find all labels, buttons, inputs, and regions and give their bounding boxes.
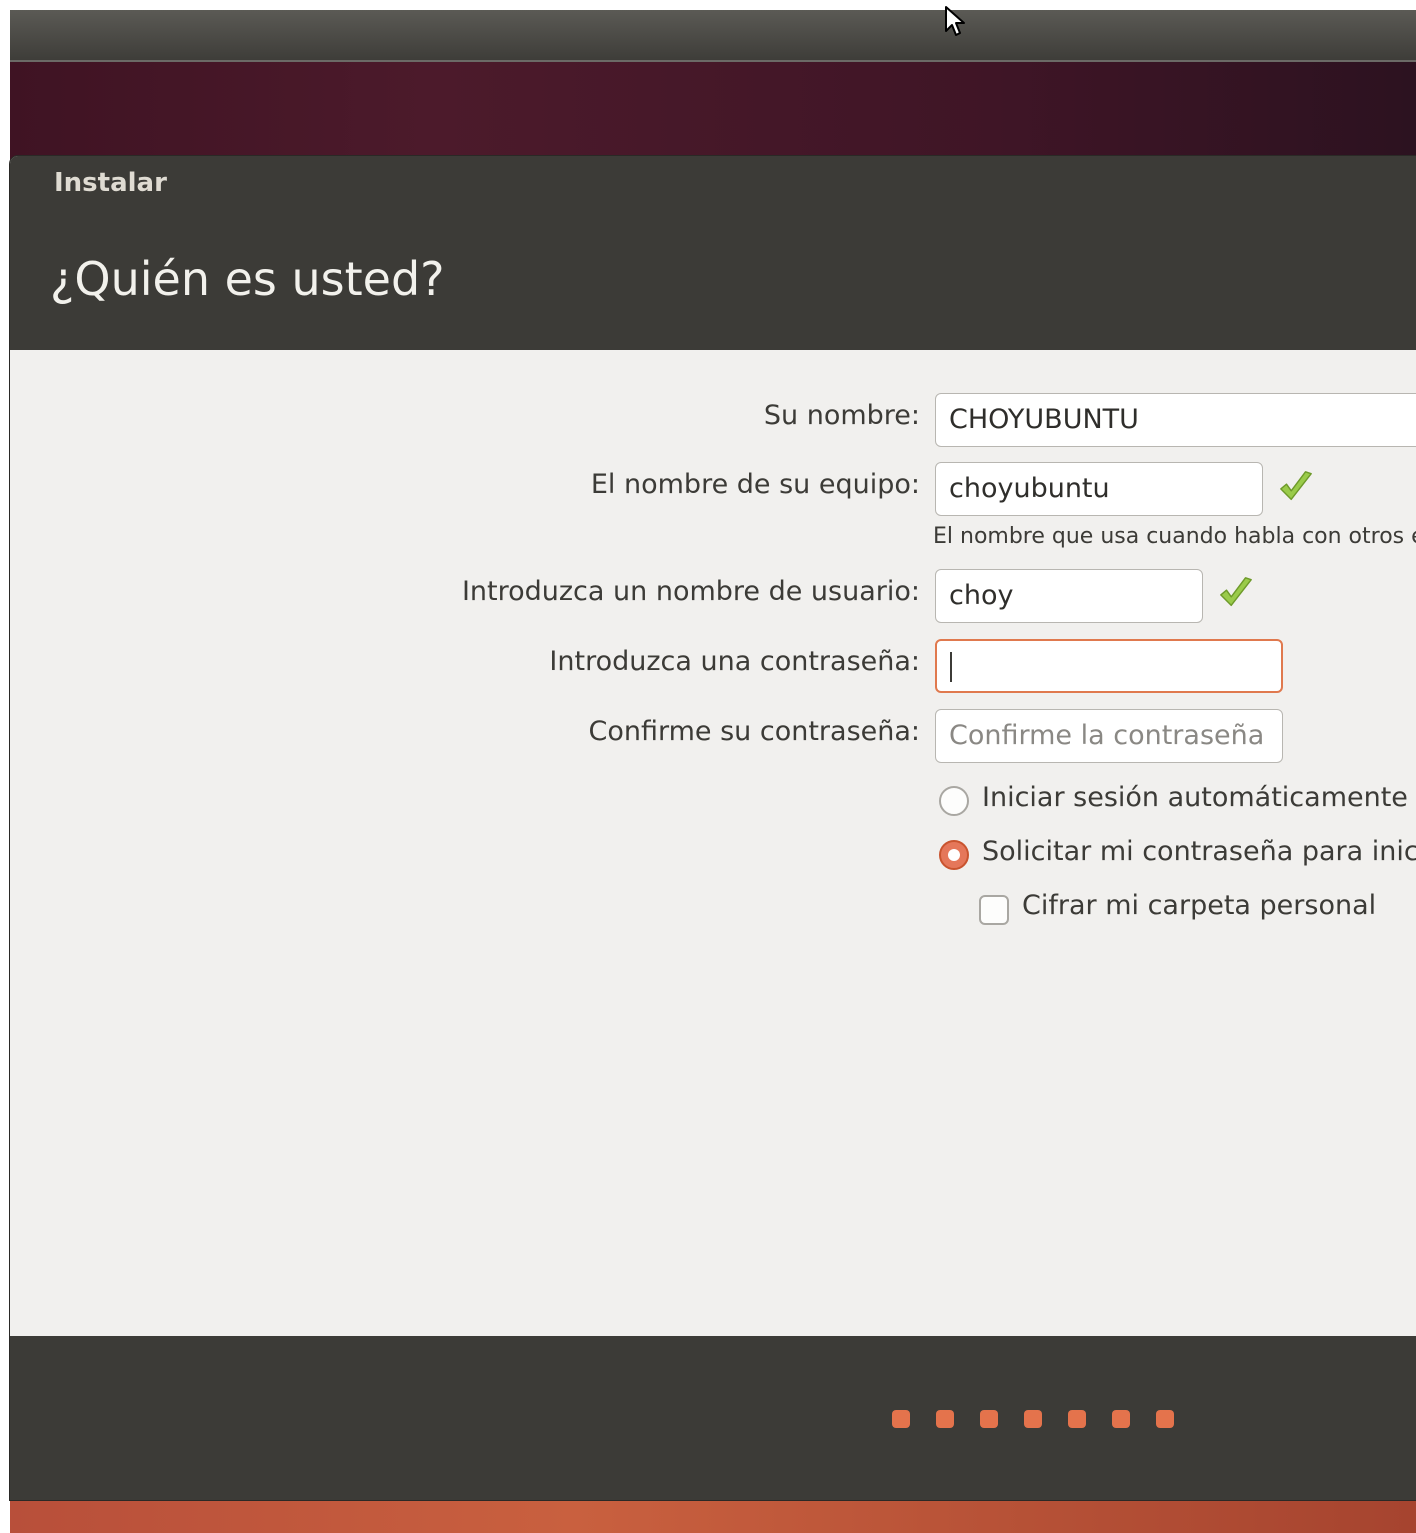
name-label: Su nombre: bbox=[763, 400, 920, 431]
window-titlebar[interactable]: Instalar bbox=[10, 156, 1416, 210]
progress-dot bbox=[1156, 1410, 1174, 1428]
require-password-label[interactable]: Solicitar mi contraseña para inici bbox=[982, 836, 1416, 867]
name-input[interactable]: CHOYUBUNTU bbox=[935, 393, 1416, 447]
username-label: Introduzca un nombre de usuario: bbox=[461, 576, 920, 607]
auto-login-label[interactable]: Iniciar sesión automáticamente bbox=[982, 782, 1408, 813]
progress-dot bbox=[936, 1410, 954, 1428]
confirm-password-label: Confirme su contraseña: bbox=[588, 716, 920, 747]
username-input-value: choy bbox=[949, 580, 1014, 611]
progress-dot bbox=[1112, 1410, 1130, 1428]
password-label: Introduzca una contraseña: bbox=[549, 646, 920, 677]
form-content: Su nombre: CHOYUBUNTU El nombre de su eq… bbox=[10, 350, 1416, 1336]
computer-name-input[interactable]: choyubuntu bbox=[935, 462, 1263, 516]
footer-bar bbox=[10, 1336, 1416, 1500]
computer-name-label: El nombre de su equipo: bbox=[590, 469, 920, 500]
name-input-value: CHOYUBUNTU bbox=[949, 404, 1139, 435]
progress-dots bbox=[892, 1410, 1174, 1428]
progress-dot bbox=[1068, 1410, 1086, 1428]
top-panel bbox=[10, 10, 1416, 62]
desktop-background bbox=[10, 62, 1416, 162]
password-input[interactable] bbox=[935, 639, 1283, 693]
check-icon bbox=[1220, 577, 1252, 607]
text-caret bbox=[950, 651, 952, 682]
progress-dot bbox=[980, 1410, 998, 1428]
page-title: ¿Quién es usted? bbox=[50, 252, 445, 306]
page-header: ¿Quién es usted? bbox=[10, 210, 1416, 350]
window-title: Instalar bbox=[54, 168, 167, 198]
desktop-background-bottom bbox=[10, 1498, 1416, 1533]
confirm-password-placeholder: Confirme la contraseña bbox=[949, 720, 1265, 751]
auto-login-radio[interactable] bbox=[939, 786, 969, 816]
encrypt-home-label[interactable]: Cifrar mi carpeta personal bbox=[1022, 890, 1376, 921]
require-password-radio[interactable] bbox=[939, 840, 969, 870]
encrypt-home-checkbox[interactable] bbox=[979, 895, 1009, 925]
screen: Instalar ¿Quién es usted? Su nombre: CHO… bbox=[0, 0, 1416, 1533]
computer-name-hint: El nombre que usa cuando habla con otros… bbox=[933, 524, 1416, 549]
check-icon bbox=[1280, 471, 1312, 501]
installer-window: Instalar ¿Quién es usted? Su nombre: CHO… bbox=[10, 156, 1416, 1500]
confirm-password-input[interactable]: Confirme la contraseña bbox=[935, 709, 1283, 763]
username-input[interactable]: choy bbox=[935, 569, 1203, 623]
progress-dot bbox=[1024, 1410, 1042, 1428]
computer-name-input-value: choyubuntu bbox=[949, 473, 1110, 504]
progress-dot bbox=[892, 1410, 910, 1428]
mouse-pointer-icon bbox=[945, 6, 965, 36]
